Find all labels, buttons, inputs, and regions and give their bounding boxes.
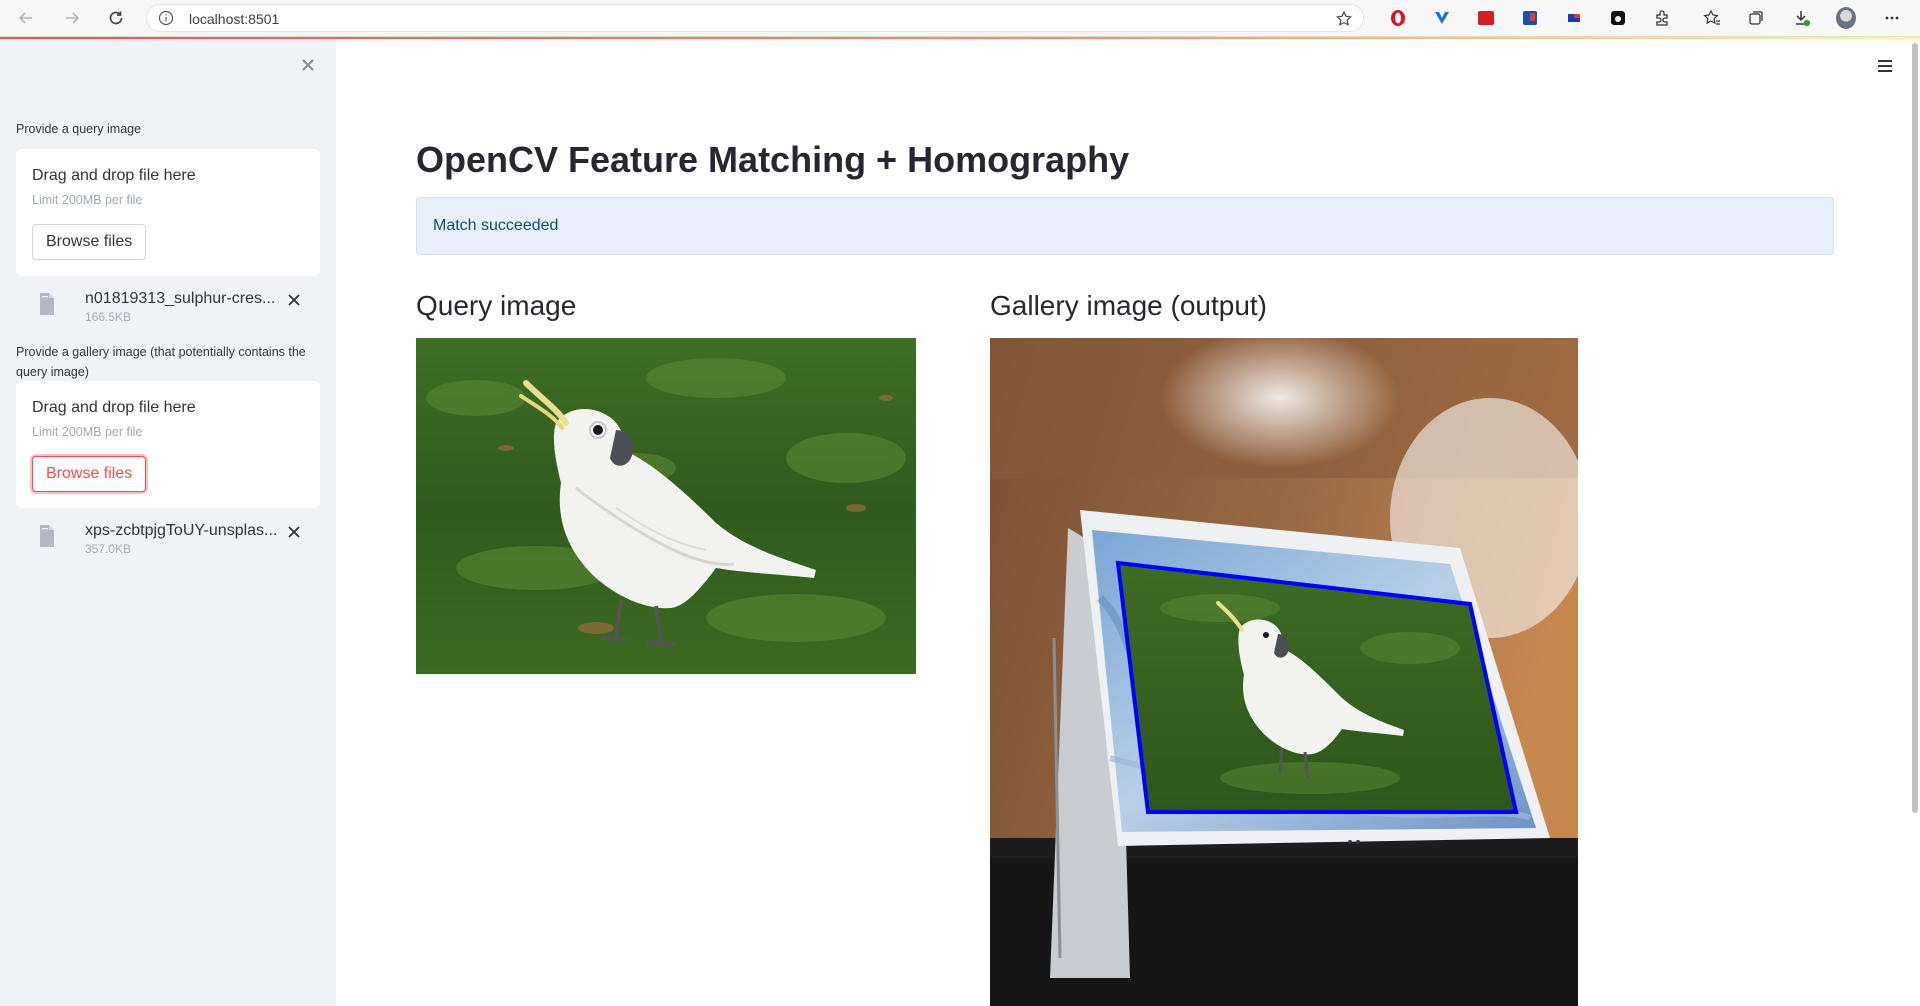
opera-extension-icon[interactable]	[1388, 8, 1408, 28]
more-options-icon[interactable]	[1882, 8, 1902, 28]
gallery-file-name: xps-zcbtpjgToUY-unsplas...	[85, 522, 278, 539]
gallery-dropzone[interactable]: Drag and drop file here Limit 200MB per …	[16, 381, 320, 508]
add-favorite-icon[interactable]	[1335, 10, 1353, 33]
url-text: localhost:8501	[189, 11, 280, 27]
browser-toolbar: localhost:8501	[0, 0, 1920, 37]
dropzone-limit: Limit 200MB per file	[32, 425, 143, 439]
site-info-icon[interactable]	[158, 10, 174, 31]
reload-icon[interactable]	[104, 6, 128, 30]
remove-query-file-icon[interactable]	[284, 290, 304, 310]
query-file-name: n01819313_sulphur-cres...	[85, 290, 276, 307]
scrollbar-thumb[interactable]	[1912, 43, 1918, 813]
dropzone-title: Drag and drop file here	[32, 167, 196, 184]
extensions-icon[interactable]	[1652, 8, 1672, 28]
dropzone-limit: Limit 200MB per file	[32, 193, 143, 207]
page-title: OpenCV Feature Matching + Homography	[416, 139, 1130, 180]
gallery-file-item: xps-zcbtpjgToUY-unsplas... 357.0KB	[16, 520, 320, 560]
remove-gallery-file-icon[interactable]	[284, 522, 304, 542]
collections-icon[interactable]	[1746, 8, 1766, 28]
query-dropzone[interactable]: Drag and drop file here Limit 200MB per …	[16, 149, 320, 276]
profile-avatar[interactable]	[1836, 7, 1856, 29]
forward-icon[interactable]	[60, 6, 84, 30]
file-icon	[38, 524, 56, 553]
black-extension-icon[interactable]	[1608, 8, 1628, 28]
close-sidebar-icon[interactable]	[296, 53, 320, 77]
query-uploader-label: Provide a query image	[16, 122, 142, 136]
alert-text: Match succeeded	[433, 217, 559, 234]
gallery-uploader-label: Provide a gallery image (that potentiall…	[16, 345, 306, 379]
favorites-icon[interactable]	[1702, 8, 1722, 28]
success-alert: Match succeeded	[416, 197, 1834, 255]
dropzone-title: Drag and drop file here	[32, 399, 196, 416]
query-image-header: Query image	[416, 290, 577, 321]
tab-extension-icon[interactable]	[1520, 8, 1540, 28]
sidebar: Provide a query image Drag and drop file…	[0, 39, 336, 1006]
gallery-file-size: 357.0KB	[85, 542, 132, 556]
gallery-browse-button[interactable]: Browse files	[32, 456, 147, 492]
flag-extension-icon[interactable]	[1564, 8, 1584, 28]
vpn-extension-icon[interactable]	[1432, 8, 1452, 28]
gallery-output-image	[990, 338, 1578, 1006]
red-extension-icon[interactable]	[1476, 8, 1496, 28]
hamburger-menu-icon[interactable]	[1874, 56, 1896, 76]
gallery-image-header: Gallery image (output)	[990, 290, 1268, 321]
query-file-item: n01819313_sulphur-cres... 166.5KB	[16, 288, 320, 328]
main-content: OpenCV Feature Matching + Homography Mat…	[336, 39, 1920, 1006]
query-browse-button[interactable]: Browse files	[32, 224, 147, 260]
address-bar[interactable]: localhost:8501	[146, 4, 1364, 32]
downloads-icon[interactable]	[1792, 8, 1812, 28]
query-image	[416, 338, 916, 674]
back-icon[interactable]	[14, 6, 38, 30]
file-icon	[38, 292, 56, 321]
query-file-size: 166.5KB	[85, 310, 132, 324]
